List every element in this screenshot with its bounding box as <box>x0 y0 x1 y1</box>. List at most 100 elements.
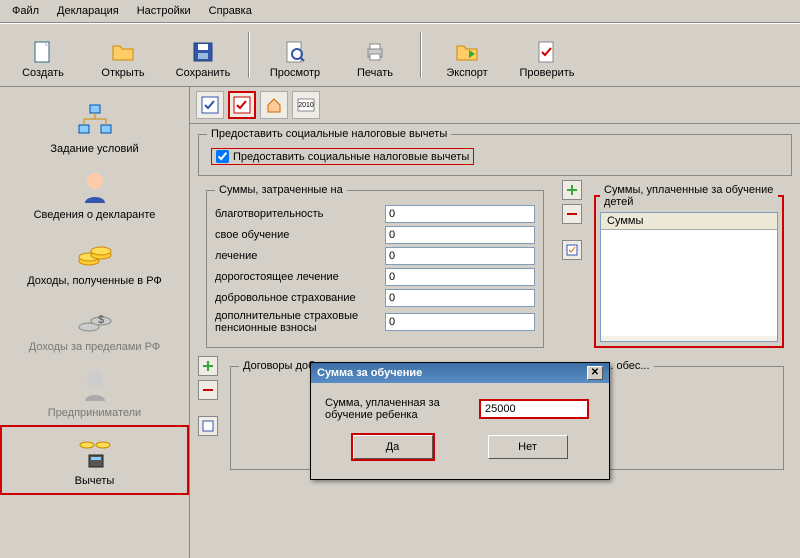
save-button[interactable]: Сохранить <box>164 28 242 82</box>
pension-contrib-label: дополнительные страховые пенсионные взно… <box>215 310 385 334</box>
menubar: Файл Декларация Настройки Справка <box>0 0 800 23</box>
open-label: Открыть <box>101 67 144 79</box>
coins-gray-icon: $ <box>75 301 115 337</box>
dialog-ok-button[interactable]: Да <box>353 435 433 459</box>
export-button[interactable]: Экспорт <box>428 28 506 82</box>
house-icon <box>265 96 283 114</box>
education-amount-dialog: Сумма за обучение ✕ Сумма, уплаченная за… <box>310 362 610 480</box>
voluntary-insurance-input[interactable] <box>385 289 535 307</box>
children-list-tools <box>562 180 582 352</box>
provide-social-checkbox-wrap: Предоставить социальные налоговые вычеты <box>211 148 474 165</box>
expensive-treatment-input[interactable] <box>385 268 535 286</box>
main-toolbar: Создать Открыть Сохранить Просмотр Печат… <box>0 23 800 87</box>
menu-declaration[interactable]: Декларация <box>53 3 123 19</box>
own-education-input[interactable] <box>385 226 535 244</box>
voluntary-insurance-label: добровольное страхование <box>215 292 385 304</box>
dialog-titlebar[interactable]: Сумма за обучение ✕ <box>311 363 609 383</box>
deductions-icon <box>75 435 115 471</box>
edit-icon <box>566 244 578 256</box>
spent-legend: Суммы, затраченные на <box>215 184 347 196</box>
subtab-social[interactable] <box>228 91 256 119</box>
provide-social-checkbox[interactable] <box>216 150 229 163</box>
export-icon <box>455 40 479 64</box>
export-label: Экспорт <box>446 67 487 79</box>
conditions-icon <box>75 103 115 139</box>
pension-contrib-input[interactable] <box>385 313 535 331</box>
dialog-title: Сумма за обучение <box>317 367 422 379</box>
year-label: 2010 <box>298 102 314 109</box>
print-label: Печать <box>357 67 393 79</box>
form-check-red-icon <box>233 96 251 114</box>
subtab-house[interactable] <box>260 91 288 119</box>
svg-text:$: $ <box>97 314 103 326</box>
contracts-list-tools <box>198 356 218 474</box>
minus-icon <box>566 208 578 220</box>
open-button[interactable]: Открыть <box>84 28 162 82</box>
dialog-amount-label: Сумма, уплаченная за обучение ребенка <box>325 397 465 421</box>
sidebar-item-label: Задание условий <box>50 143 138 155</box>
remove-row-button[interactable] <box>562 204 582 224</box>
print-button[interactable]: Печать <box>336 28 414 82</box>
check-label: Проверить <box>519 67 574 79</box>
add-contract-button[interactable] <box>198 356 218 376</box>
sidebar-item-label: Доходы, полученные в РФ <box>27 275 162 287</box>
check-icon <box>535 40 559 64</box>
add-row-button[interactable] <box>562 180 582 200</box>
create-button[interactable]: Создать <box>4 28 82 82</box>
check-button[interactable]: Проверить <box>508 28 586 82</box>
edit-contract-button[interactable] <box>198 416 218 436</box>
children-education-legend: Суммы, уплаченные за обучение детей <box>600 184 778 208</box>
charity-input[interactable] <box>385 205 535 223</box>
menu-help[interactable]: Справка <box>205 3 256 19</box>
dialog-cancel-button[interactable]: Нет <box>488 435 568 459</box>
sidebar-item-label: Сведения о декларанте <box>34 209 156 221</box>
children-education-group: Суммы, уплаченные за обучение детей Сумм… <box>594 184 784 348</box>
expensive-treatment-label: дорогостоящее лечение <box>215 271 385 283</box>
save-icon <box>191 40 215 64</box>
save-label: Сохранить <box>176 67 231 79</box>
sidebar-item-label: Доходы за пределами РФ <box>29 341 160 353</box>
subtab-year[interactable]: 2010 <box>292 91 320 119</box>
provide-social-label: Предоставить социальные налоговые вычеты <box>233 151 469 163</box>
preview-button[interactable]: Просмотр <box>256 28 334 82</box>
menu-settings[interactable]: Настройки <box>133 3 195 19</box>
plus-icon <box>202 360 214 372</box>
toolbar-separator <box>420 32 422 78</box>
person-gray-icon <box>75 367 115 403</box>
children-sums-header: Суммы <box>601 213 777 230</box>
sub-toolbar: 2010 <box>190 87 800 124</box>
social-deductions-group: Предоставить социальные налоговые вычеты… <box>198 128 792 176</box>
menu-file[interactable]: Файл <box>8 3 43 19</box>
open-folder-icon <box>111 40 135 64</box>
create-label: Создать <box>22 67 64 79</box>
preview-label: Просмотр <box>270 67 320 79</box>
dialog-amount-input[interactable] <box>479 399 589 419</box>
sidebar: Задание условий Сведения о декларанте До… <box>0 87 190 558</box>
sidebar-item-income-rf[interactable]: Доходы, полученные в РФ <box>0 227 189 293</box>
new-file-icon <box>31 40 55 64</box>
sidebar-item-entrepreneurs[interactable]: Предприниматели <box>0 359 189 425</box>
coins-icon <box>75 235 115 271</box>
sidebar-item-deductions[interactable]: Вычеты <box>0 425 189 495</box>
charity-label: благотворительность <box>215 208 385 220</box>
subtab-standard[interactable] <box>196 91 224 119</box>
minus-icon <box>202 384 214 396</box>
children-sums-table: Суммы <box>600 212 778 342</box>
plus-icon <box>566 184 578 196</box>
sidebar-item-income-foreign[interactable]: $ Доходы за пределами РФ <box>0 293 189 359</box>
sidebar-item-label: Вычеты <box>75 475 115 487</box>
treatment-label: лечение <box>215 250 385 262</box>
person-icon <box>75 169 115 205</box>
toolbar-separator <box>248 32 250 78</box>
remove-contract-button[interactable] <box>198 380 218 400</box>
work-area: 2010 Предоставить социальные налоговые в… <box>190 87 800 558</box>
sidebar-item-conditions[interactable]: Задание условий <box>0 95 189 161</box>
children-sums-body[interactable] <box>601 230 777 336</box>
own-education-label: свое обучение <box>215 229 385 241</box>
edit-row-button[interactable] <box>562 240 582 260</box>
preview-icon <box>283 40 307 64</box>
form-check-icon <box>201 96 219 114</box>
dialog-close-button[interactable]: ✕ <box>587 366 603 380</box>
sidebar-item-declarant[interactable]: Сведения о декларанте <box>0 161 189 227</box>
treatment-input[interactable] <box>385 247 535 265</box>
